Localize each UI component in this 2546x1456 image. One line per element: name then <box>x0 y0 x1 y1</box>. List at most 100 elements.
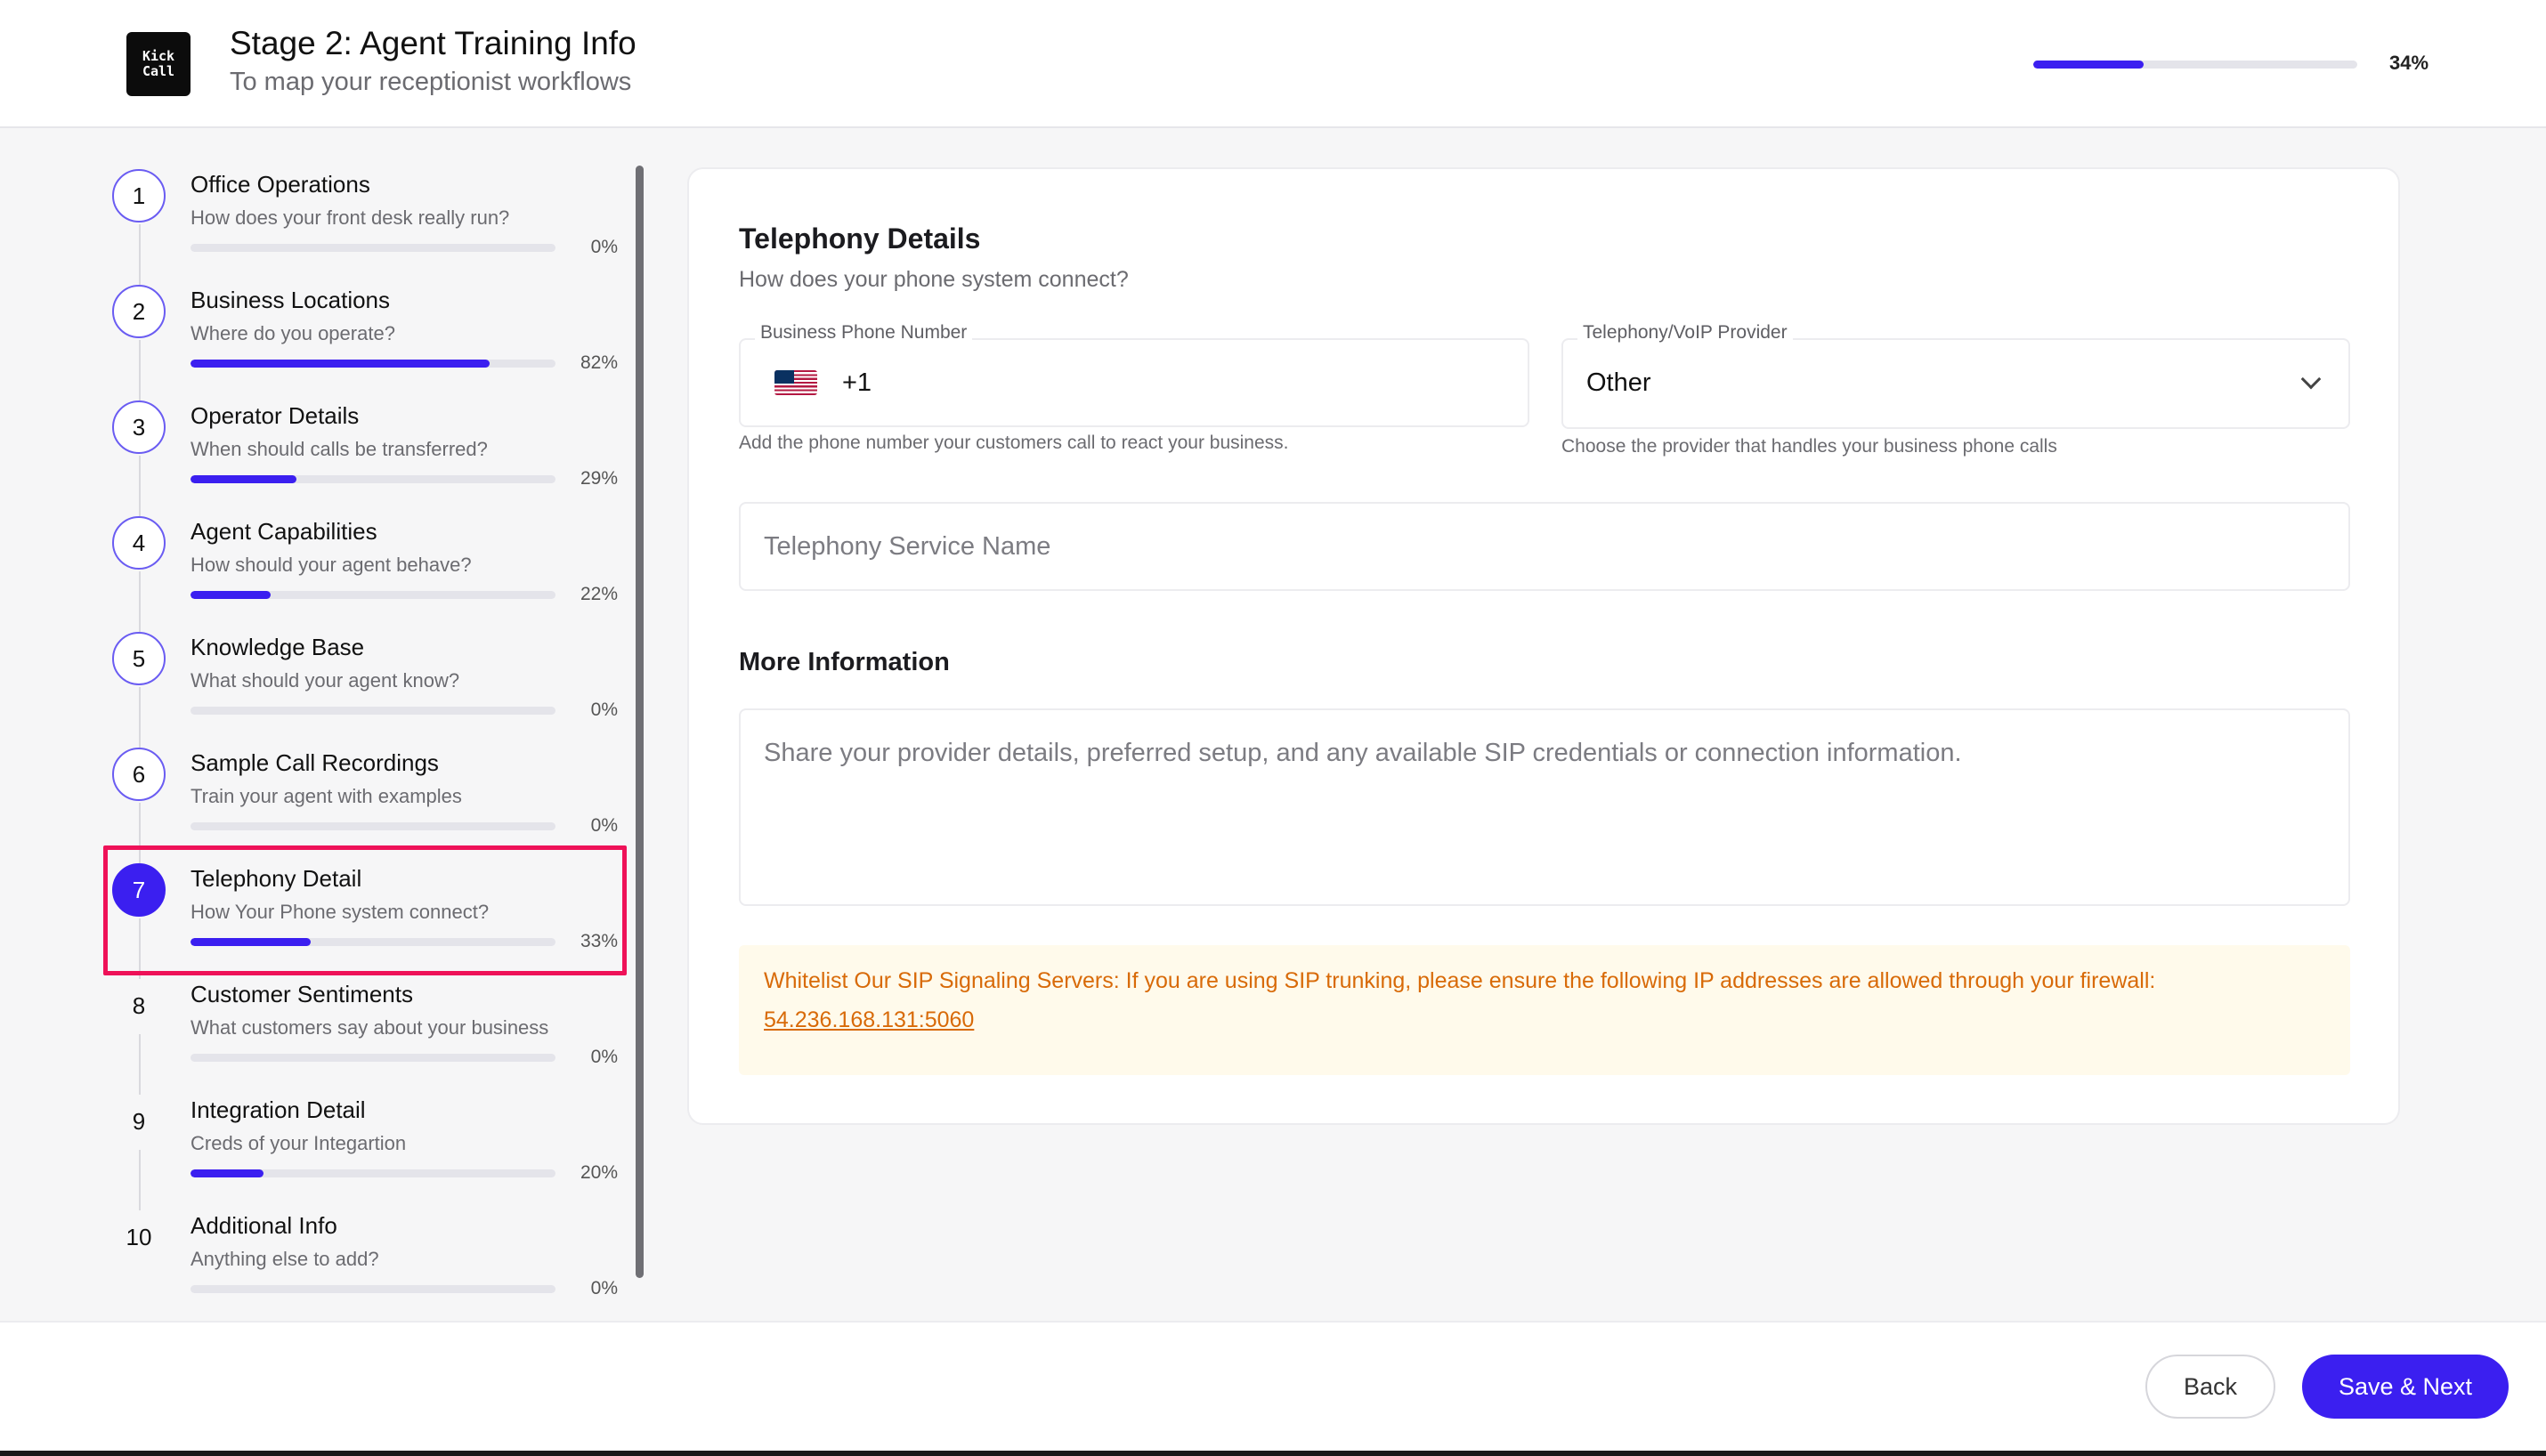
step-item-6[interactable]: 6 Sample Call Recordings Train your agent … <box>107 739 623 863</box>
step-title: Additional Info <box>191 1212 337 1239</box>
step-progress-bar <box>191 360 555 368</box>
step-item-5[interactable]: 5 Knowledge Base What should your agent kn… <box>107 623 623 748</box>
save-next-button[interactable]: Save & Next <box>2302 1355 2509 1419</box>
form-title: Telephony Details <box>739 222 981 255</box>
step-number-badge: 4 <box>112 516 166 570</box>
step-subtitle: How does your front desk really run? <box>191 206 510 229</box>
step-progress-bar <box>191 1054 555 1062</box>
back-button[interactable]: Back <box>2145 1355 2275 1419</box>
step-progress-bar <box>191 475 555 483</box>
step-progress-label: 0% <box>590 700 618 720</box>
step-progress-bar <box>191 707 555 715</box>
step-subtitle: Where do you operate? <box>191 322 395 344</box>
step-progress-bar <box>191 1169 555 1177</box>
step-item-9[interactable]: 9 Integration Detail Creds of your Integar… <box>107 1086 623 1210</box>
step-subtitle: How Your Phone system connect? <box>191 901 490 923</box>
steps-sidebar: 1 Office Operations How does your front de… <box>107 160 623 1296</box>
step-item-7[interactable]: 7 Telephony Detail How Your Phone system c… <box>107 854 623 979</box>
more-info-title: More Information <box>739 648 950 676</box>
sidebar-scrollbar[interactable] <box>636 166 644 1278</box>
step-progress-bar <box>191 938 555 946</box>
step-progress-label: 20% <box>580 1162 618 1183</box>
sip-server-address-link[interactable]: 54.236.168.131:5060 <box>764 1007 974 1033</box>
step-subtitle: Anything else to add? <box>191 1248 379 1270</box>
step-item-2[interactable]: 2 Business Locations Where do you operate?… <box>107 276 623 400</box>
country-code[interactable]: +1 <box>842 368 872 398</box>
step-progress-fill <box>191 360 491 368</box>
top-header: Kick Call Stage 2: Agent Training Info T… <box>0 0 2546 128</box>
step-progress-fill <box>191 938 312 946</box>
step-item-8[interactable]: 8 Customer Sentiments What customers say a… <box>107 970 623 1095</box>
step-number-badge: 5 <box>112 632 166 685</box>
step-number-badge: 9 <box>132 1107 146 1135</box>
provider-selected-value[interactable]: Other <box>1586 368 1651 398</box>
business-phone-label: Business Phone Number <box>755 322 973 344</box>
step-progress-label: 33% <box>580 931 618 951</box>
stage-progress-label: 34% <box>2389 52 2429 74</box>
stage-progress-bar <box>2033 61 2357 69</box>
service-name-placeholder: Telephony Service Name <box>764 532 1051 561</box>
telephony-form-card: Telephony Details How does your phone sy… <box>687 167 2400 1125</box>
step-number-badge: 8 <box>132 991 146 1019</box>
step-progress-label: 82% <box>580 352 618 373</box>
step-progress-label: 22% <box>580 584 618 604</box>
step-title: Sample Call Recordings <box>191 749 439 776</box>
step-subtitle: Train your agent with examples <box>191 785 462 807</box>
step-progress-label: 29% <box>580 468 618 489</box>
step-item-3[interactable]: 3 Operator Details When should calls be tr… <box>107 392 623 516</box>
step-title: Business Locations <box>191 287 391 313</box>
business-phone-helper: Add the phone number your customers call… <box>739 433 1289 453</box>
step-item-10[interactable]: 10 Additional Info Anything else to add? 0% <box>107 1201 623 1296</box>
step-number-badge: 1 <box>112 169 166 222</box>
logo-line-2: Call <box>142 63 175 79</box>
step-subtitle: What should your agent know? <box>191 669 460 692</box>
step-subtitle: What customers say about your business <box>191 1016 549 1039</box>
more-info-textarea[interactable]: Share your provider details, preferred s… <box>739 708 2350 906</box>
step-progress-bar <box>191 1285 555 1293</box>
step-title: Office Operations <box>191 171 370 198</box>
provider-select[interactable]: Other <box>1561 338 2350 429</box>
step-progress-label: 0% <box>590 815 618 836</box>
page-title: Stage 2: Agent Training Info <box>230 25 636 61</box>
step-number-badge: 10 <box>126 1223 152 1250</box>
step-number-badge: 6 <box>112 748 166 801</box>
step-progress-label: 0% <box>590 1278 618 1296</box>
logo-line-1: Kick <box>142 48 175 64</box>
step-progress-bar <box>191 244 555 252</box>
form-subtitle: How does your phone system connect? <box>739 267 1129 292</box>
step-title: Knowledge Base <box>191 634 365 660</box>
step-title: Customer Sentiments <box>191 981 413 1007</box>
step-item-1[interactable]: 1 Office Operations How does your front de… <box>107 160 623 285</box>
more-info-placeholder: Share your provider details, preferred s… <box>764 739 1962 767</box>
step-progress-bar <box>191 591 555 599</box>
step-title: Operator Details <box>191 402 360 429</box>
telephony-service-name-input[interactable]: Telephony Service Name <box>739 502 2350 591</box>
step-progress-fill <box>191 475 296 483</box>
stage-progress-fill <box>2033 61 2144 69</box>
provider-label: Telephony/VoIP Provider <box>1577 322 1793 344</box>
step-number-badge: 2 <box>112 285 166 338</box>
step-subtitle: How should your agent behave? <box>191 554 472 576</box>
sip-whitelist-notice: Whitelist Our SIP Signaling Servers: If … <box>739 945 2350 1075</box>
step-subtitle: Creds of your Integartion <box>191 1132 407 1154</box>
step-item-4[interactable]: 4 Agent Capabilities How should your agent… <box>107 507 623 632</box>
step-title: Telephony Detail <box>191 865 362 892</box>
step-progress-label: 0% <box>590 1047 618 1067</box>
window-bottom-edge <box>0 1451 2546 1456</box>
step-number-badge: 3 <box>112 400 166 454</box>
step-title: Agent Capabilities <box>191 518 377 545</box>
chevron-down-icon[interactable] <box>2300 368 2322 390</box>
step-title: Integration Detail <box>191 1096 366 1123</box>
page-subtitle: To map your receptionist workflows <box>230 68 632 96</box>
step-progress-fill <box>191 1169 264 1177</box>
kickcall-logo: Kick Call <box>126 32 191 96</box>
step-number-badge: 7 <box>112 863 166 917</box>
step-subtitle: When should calls be transferred? <box>191 438 488 460</box>
step-progress-label: 0% <box>590 237 618 257</box>
us-flag-icon[interactable] <box>774 370 817 395</box>
business-phone-field[interactable]: +1 <box>739 338 1529 427</box>
provider-helper: Choose the provider that handles your bu… <box>1561 436 2057 457</box>
sip-notice-text: Whitelist Our SIP Signaling Servers: If … <box>764 968 2156 993</box>
step-progress-fill <box>191 591 272 599</box>
step-progress-bar <box>191 822 555 830</box>
